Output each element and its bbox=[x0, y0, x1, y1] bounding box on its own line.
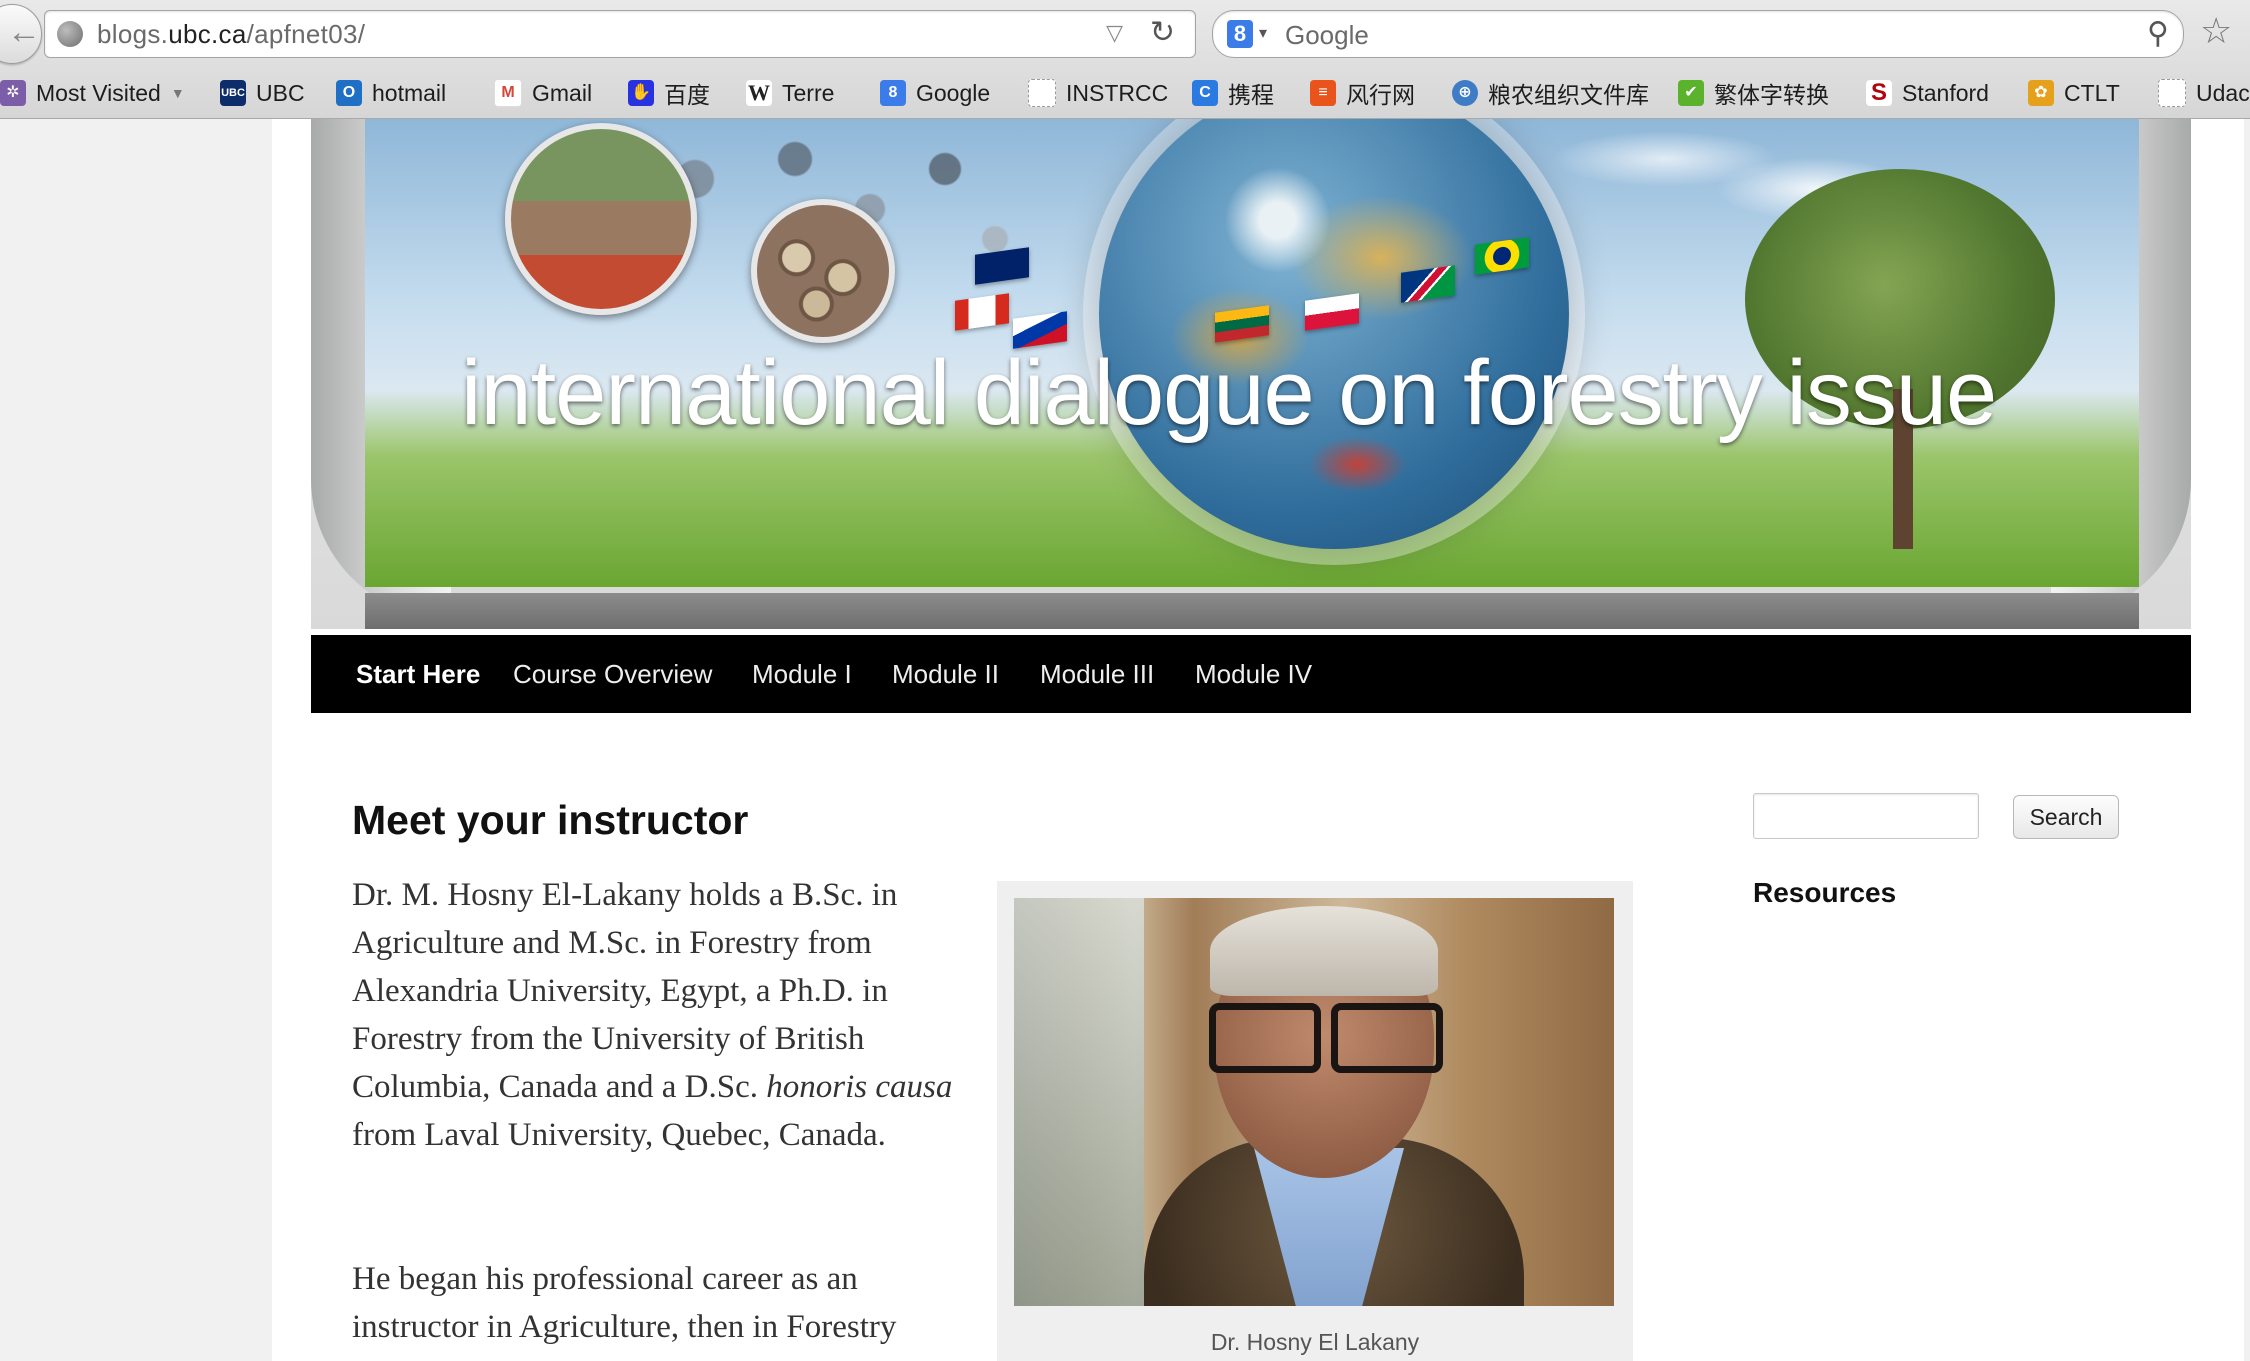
ubc-icon: UBC bbox=[220, 80, 246, 106]
gmail-icon: M bbox=[494, 79, 522, 107]
nav-course-overview[interactable]: Course Overview bbox=[513, 659, 712, 690]
search-button[interactable]: Search bbox=[2013, 795, 2119, 839]
baidu-icon: ✋ bbox=[628, 80, 654, 106]
ctrip-icon: C bbox=[1192, 80, 1218, 106]
bookmark-most-visited[interactable]: ✲ Most Visited ▼ bbox=[0, 76, 185, 110]
nav-module-4[interactable]: Module IV bbox=[1195, 659, 1312, 690]
search-engine-icon[interactable]: 8 bbox=[1227, 20, 1253, 48]
blank-page-icon bbox=[1028, 79, 1056, 107]
back-button[interactable]: ← bbox=[0, 4, 42, 64]
bookmark-hotmail[interactable]: Ohotmail bbox=[336, 76, 446, 110]
google-icon: 8 bbox=[880, 80, 906, 106]
bookmarks-bar: ✲ Most Visited ▼ UBC UBC Ohotmail M Gmail ✋ 百… bbox=[0, 72, 2250, 112]
nav-module-1[interactable]: Module I bbox=[752, 659, 852, 690]
photo-window bbox=[1014, 898, 1144, 1306]
bookmark-baidu[interactable]: ✋ 百度 bbox=[628, 76, 710, 110]
most-visited-icon: ✲ bbox=[0, 80, 26, 106]
hao-icon: ✔ bbox=[1678, 80, 1704, 106]
bookmark-ctrip[interactable]: C 携程 bbox=[1192, 76, 1274, 110]
instructor-photo[interactable] bbox=[1014, 898, 1614, 1306]
wikipedia-icon: W bbox=[746, 80, 772, 106]
bookmark-stanford[interactable]: S Stanford bbox=[1866, 76, 1989, 110]
photo-hair bbox=[1210, 906, 1438, 996]
page-title: Meet your instructor bbox=[352, 797, 749, 843]
nav-start-here[interactable]: Start Here bbox=[356, 659, 480, 690]
bookmark-gmail[interactable]: M Gmail bbox=[494, 76, 592, 110]
field-workers-photo bbox=[505, 123, 697, 315]
magnifier-icon[interactable]: ⚲ bbox=[2147, 16, 2169, 51]
logs-photo bbox=[751, 199, 895, 343]
bookmark-instrcc[interactable]: INSTRCC bbox=[1028, 76, 1168, 110]
photo-caption: Dr. Hosny El Lakany bbox=[1210, 1329, 1420, 1355]
resources-heading: Resources bbox=[1753, 877, 1897, 908]
bookmark-terre[interactable]: W Terre bbox=[746, 76, 834, 110]
funshion-icon: ≡ bbox=[1310, 80, 1336, 106]
bookmark-star-icon[interactable]: ☆ bbox=[2200, 10, 2232, 52]
web-page: international dialogue on forestry issue… bbox=[272, 119, 2244, 1361]
main-nav: Start Here Course Overview Module I Modu… bbox=[311, 635, 2191, 713]
globe-icon bbox=[57, 21, 83, 47]
address-bar[interactable]: blogs.ubc.ca/apfnet03/ ▽ ↻ bbox=[44, 10, 1196, 58]
bookmark-udac[interactable]: Udac bbox=[2158, 76, 2250, 110]
ctlt-icon: ✿ bbox=[2028, 80, 2054, 106]
browser-toolbar: ← blogs.ubc.ca/apfnet03/ ▽ ↻ 8 ▾ Google … bbox=[0, 0, 2250, 119]
bio-paragraph-1: Dr. M. Hosny El-Lakany holds a B.Sc. in … bbox=[352, 877, 953, 1153]
bookmark-fao[interactable]: ⊕ 粮农组织文件库 bbox=[1452, 76, 1649, 110]
stanford-icon: S bbox=[1866, 80, 1892, 106]
photo-glasses bbox=[1209, 1003, 1444, 1073]
blank-page-icon bbox=[2158, 79, 2186, 107]
search-input[interactable] bbox=[1753, 793, 1979, 839]
reload-icon[interactable]: ↻ bbox=[1150, 15, 1175, 50]
globe-image bbox=[1099, 119, 1569, 549]
fao-icon: ⊕ bbox=[1452, 80, 1478, 106]
bookmark-funshion[interactable]: ≡ 风行网 bbox=[1310, 76, 1415, 110]
nav-module-2[interactable]: Module II bbox=[892, 659, 999, 690]
banner-strip bbox=[365, 593, 2139, 629]
back-arrow-icon: ← bbox=[7, 13, 41, 51]
nav-module-3[interactable]: Module III bbox=[1040, 659, 1154, 690]
caret-down-icon: ▼ bbox=[170, 85, 185, 101]
outlook-icon: O bbox=[336, 80, 362, 106]
bookmark-google[interactable]: 8 Google bbox=[880, 76, 990, 110]
search-placeholder[interactable]: Google bbox=[1285, 20, 1369, 51]
banner-title: international dialogue on forestry issue bbox=[461, 342, 1997, 444]
chevron-down-icon[interactable]: ▾ bbox=[1259, 23, 1267, 43]
instructor-figure: Dr. Hosny El Lakany bbox=[997, 881, 1633, 1361]
bookmark-ctlt[interactable]: ✿ CTLT bbox=[2028, 76, 2120, 110]
bookmark-ubc[interactable]: UBC UBC bbox=[220, 76, 305, 110]
header-banner[interactable]: international dialogue on forestry issue bbox=[311, 119, 2191, 629]
bookmark-hao[interactable]: ✔ 繁体字转换 bbox=[1678, 76, 1829, 110]
bio-paragraph-2: He began his professional career as an i… bbox=[352, 1261, 897, 1345]
url-text[interactable]: blogs.ubc.ca/apfnet03/ bbox=[97, 19, 365, 50]
dropdown-triangle-icon[interactable]: ▽ bbox=[1106, 20, 1123, 46]
search-bar[interactable]: 8 ▾ Google ⚲ bbox=[1212, 10, 2184, 58]
